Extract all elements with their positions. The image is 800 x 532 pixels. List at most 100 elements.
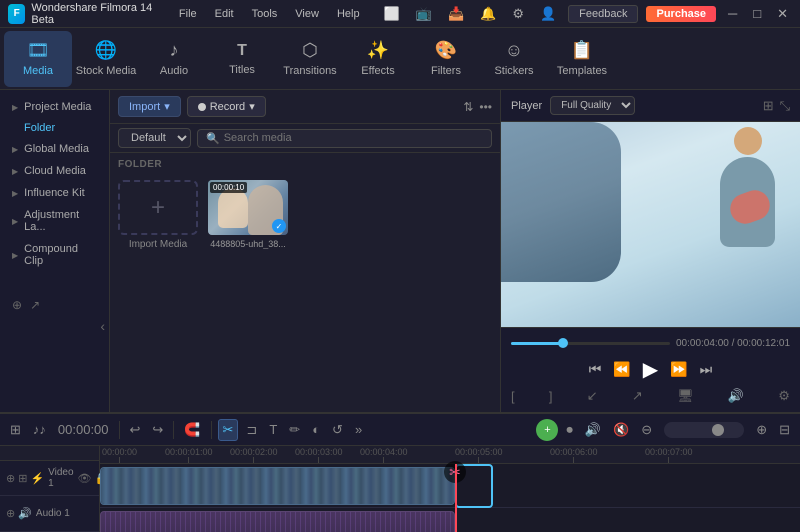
player-mark-out-icon[interactable]: ] [549,389,553,404]
add-to-timeline-button[interactable]: + [536,419,558,441]
sidebar-item-influence-kit[interactable]: ▶ Influence Kit [0,182,109,204]
timeline-area: ⊞ ♪♪ 00:00:00 ↩ ↪ 🧲 ✂ ⊐ T ✏ ◐ ↺ » + ⏺ 🔊 … [0,412,800,532]
window-icon-3[interactable]: 📥 [444,4,468,24]
zoom-slider-thumb[interactable] [712,424,724,436]
more-icon[interactable]: ••• [479,100,492,114]
player-icon-2[interactable]: ⤡ [780,98,790,114]
window-icon-6[interactable]: 👤 [536,4,560,24]
player-step-back-icon[interactable]: ⏪ [613,361,630,378]
import-thumb[interactable]: + [118,180,198,235]
menu-right: ⬜ 📺 📥 🔔 ⚙ 👤 Feedback Purchase ─ □ ✕ [380,4,792,24]
track-labels: ⊕ ⊞ ⚡ Video 1 👁 🔒 ⊕ 🔊 Audio 1 [0,446,100,532]
sidebar-item-project-media[interactable]: ▶ Project Media [0,96,109,118]
timeline-mute-icon[interactable]: 🔇 [609,420,633,440]
purchase-button[interactable]: Purchase [646,6,716,22]
tab-stock-media[interactable]: 🌐 Stock Media [72,31,140,87]
player-mark-in-icon[interactable]: [ [511,389,515,404]
tab-audio[interactable]: ♪ Audio [140,31,208,87]
window-icon-4[interactable]: 🔔 [476,4,500,24]
timeline-settings-icon[interactable]: ⊞ [6,420,25,440]
minimize-icon[interactable]: ─ [724,4,741,23]
video-clip-item[interactable]: 00:00:10 ✓ 4488805-uhd_38... [208,180,288,250]
tab-effects[interactable]: ✨ Effects [344,31,412,87]
draw-icon[interactable]: ✏ [285,420,304,440]
player-overwrite-icon[interactable]: ↗ [632,388,643,404]
menu-help[interactable]: Help [329,6,368,22]
maximize-icon[interactable]: □ [749,4,765,23]
track-add-audio-icon[interactable]: ⊕ [6,507,15,520]
menu-view[interactable]: View [287,6,327,22]
default-filter-select[interactable]: Default [118,128,191,148]
menu-edit[interactable]: Edit [207,6,242,22]
undo-icon[interactable]: ↩ [126,420,145,440]
audio-track-label: ⊕ 🔊 Audio 1 [0,496,99,532]
zoom-in-icon[interactable]: ⊕ [752,420,771,440]
sidebar-item-global-media[interactable]: ▶ Global Media [0,138,109,160]
player-icon-1[interactable]: ⊞ [763,98,774,114]
trim-icon[interactable]: ⊐ [242,420,261,440]
tab-titles[interactable]: T Titles [208,31,276,87]
track-speed-icon[interactable]: ⚡ [30,472,44,485]
player-monitor-icon[interactable]: 🖥 [677,388,694,404]
video-clip[interactable] [100,467,455,505]
search-input[interactable] [224,132,483,144]
track-add-icon[interactable]: ⊕ [6,472,15,485]
panel-bottom-icon-1[interactable]: ⊕ [12,298,22,312]
track-speaker-icon[interactable]: 🔊 [18,507,32,520]
window-icon-1[interactable]: ⬜ [380,4,404,24]
layout-icon[interactable]: ⊟ [775,420,794,440]
reverse-icon[interactable]: ↺ [328,420,347,440]
video-thumbnail[interactable]: 00:00:10 ✓ [208,180,288,235]
scissors-tool-icon[interactable]: ✂ [218,419,239,441]
stock-icon: 🌐 [95,40,117,61]
sidebar-item-cloud-media[interactable]: ▶ Cloud Media [0,160,109,182]
player-skip-back-icon[interactable]: ⏮ [589,361,602,378]
feedback-button[interactable]: Feedback [568,5,638,23]
tab-media[interactable]: 🎞 Media [4,31,72,87]
track-eye-icon[interactable]: 👁 [78,472,92,485]
player-settings-icon[interactable]: ⚙ [778,388,790,404]
main-toolbar: 🎞 Media 🌐 Stock Media ♪ Audio T Titles ⬡… [0,28,800,90]
import-media-item[interactable]: + Import Media [118,180,198,250]
player-step-forward-icon[interactable]: ⏩ [670,361,687,378]
timeline-record-icon[interactable]: ⏺ [562,420,577,440]
menu-tools[interactable]: Tools [244,6,286,22]
redo-icon[interactable]: ↪ [148,420,167,440]
window-icon-2[interactable]: 📺 [412,4,436,24]
tab-filters[interactable]: 🎨 Filters [412,31,480,87]
sort-icon[interactable]: ⇅ [463,100,473,114]
panel-collapse-icon[interactable]: ‹ [100,318,105,334]
video-track-icons: ⊕ ⊞ ⚡ [6,472,44,485]
player-progress-track[interactable] [511,342,670,345]
player-progress-thumb[interactable] [558,338,568,348]
record-button[interactable]: Record ▾ [187,96,266,117]
player-volume-icon[interactable]: 🔊 [728,388,744,404]
tab-transitions[interactable]: ⬡ Transitions [276,31,344,87]
player-skip-forward-icon[interactable]: ⏭ [700,361,713,378]
quality-select[interactable]: Full Quality [550,96,635,115]
player-insert-icon[interactable]: ↙ [587,388,598,404]
player-play-icon[interactable]: ▶ [643,357,658,382]
menu-file[interactable]: File [171,6,205,22]
timeline-remove-icon[interactable]: ⊖ [637,420,656,440]
sidebar-item-adjustment[interactable]: ▶ Adjustment La... [0,204,109,238]
timeline-audio-icon[interactable]: ♪♪ [29,420,50,439]
video-clip-content [101,468,454,504]
sidebar-item-folder[interactable]: Folder [0,118,109,138]
sidebar-item-compound[interactable]: ▶ Compound Clip [0,238,109,272]
track-frames-icon[interactable]: ⊞ [18,472,27,485]
tab-templates[interactable]: 📋 Templates [548,31,616,87]
more-tools-icon[interactable]: » [351,420,366,439]
text-icon[interactable]: T [265,420,281,439]
audio-clip[interactable] [100,511,455,532]
zoom-slider-track[interactable] [664,422,744,438]
close-icon[interactable]: ✕ [773,4,792,24]
import-button[interactable]: Import ▾ [118,96,181,117]
tab-stickers[interactable]: ☺ Stickers [480,31,548,87]
panel-bottom-icon-2[interactable]: ↗ [30,298,40,312]
timeline-speaker-icon[interactable]: 🔊 [581,420,605,440]
window-icon-5[interactable]: ⚙ [508,4,528,24]
snap-icon[interactable]: 🧲 [180,420,204,440]
color-icon[interactable]: ◐ [308,420,324,439]
video-track-name: Video 1 [48,467,73,489]
